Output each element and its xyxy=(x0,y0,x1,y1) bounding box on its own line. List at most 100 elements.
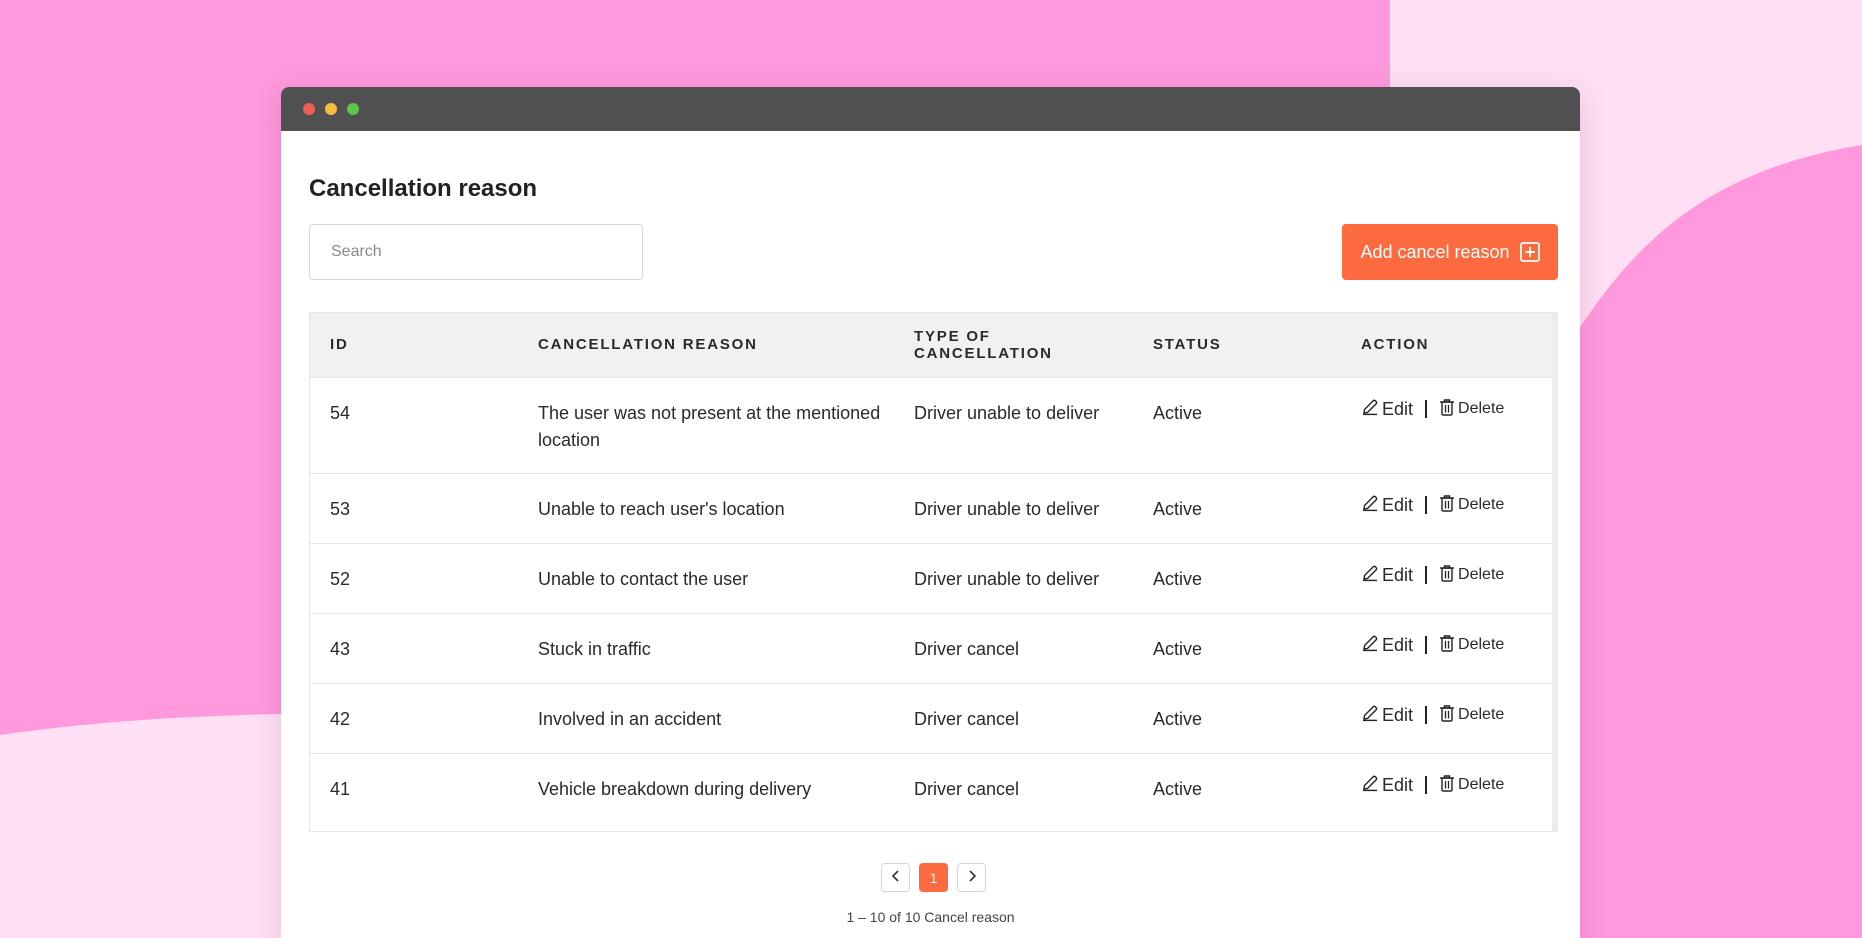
delete-label: Delete xyxy=(1458,566,1505,583)
minimize-window-dot[interactable] xyxy=(325,103,337,115)
row-actions: Edit Delete xyxy=(1361,774,1552,797)
action-separator xyxy=(1425,636,1428,654)
action-separator xyxy=(1425,776,1428,794)
cell-type-of-cancellation: Driver cancel xyxy=(894,612,1133,683)
edit-button[interactable]: Edit xyxy=(1361,774,1413,797)
cell-action: Edit Delete xyxy=(1341,682,1552,753)
cell-type-of-cancellation: Driver unable to deliver xyxy=(894,542,1133,613)
table-row: 41 Vehicle breakdown during delivery Drive… xyxy=(310,752,1552,823)
pencil-icon xyxy=(1361,398,1379,421)
cell-action: Edit Delete xyxy=(1341,612,1552,683)
cell-status: Active xyxy=(1133,752,1341,823)
cell-type-of-cancellation: Driver unable to deliver xyxy=(894,472,1133,543)
next-page-button[interactable] xyxy=(957,863,986,892)
delete-button[interactable]: Delete xyxy=(1439,704,1504,727)
add-cancel-reason-label: Add cancel reason xyxy=(1360,241,1510,262)
cell-cancellation-reason: Vehicle breakdown during delivery xyxy=(518,752,894,823)
chevron-right-icon xyxy=(967,869,977,886)
cell-status: Active xyxy=(1133,472,1341,543)
cell-id: 52 xyxy=(310,542,518,613)
table-row: 54 The user was not present at the mentio… xyxy=(310,376,1552,473)
cell-id: 43 xyxy=(310,612,518,683)
header-action: ACTION xyxy=(1361,336,1430,354)
delete-button[interactable]: Delete xyxy=(1439,398,1504,421)
prev-page-button[interactable] xyxy=(881,863,910,892)
edit-label: Edit xyxy=(1382,704,1414,725)
pencil-icon xyxy=(1361,774,1379,797)
app-window: Cancellation reason Add cancel reason ID… xyxy=(281,87,1580,938)
cell-type-of-cancellation: Driver unable to deliver xyxy=(894,376,1133,473)
page-1-button[interactable]: 1 xyxy=(919,863,948,892)
cell-id: 53 xyxy=(310,472,518,543)
pencil-icon xyxy=(1361,494,1379,517)
cell-cancellation-reason: Involved in an accident xyxy=(518,682,894,753)
row-actions: Edit Delete xyxy=(1361,634,1552,657)
cell-id: 42 xyxy=(310,682,518,753)
cell-id: 54 xyxy=(310,376,518,473)
action-separator xyxy=(1425,706,1428,724)
add-cancel-reason-button[interactable]: Add cancel reason xyxy=(1342,224,1558,280)
edit-button[interactable]: Edit xyxy=(1361,564,1413,587)
trash-icon xyxy=(1439,398,1455,421)
delete-label: Delete xyxy=(1458,706,1505,723)
cell-cancellation-reason: The user was not present at the mentione… xyxy=(518,376,894,473)
row-actions: Edit Delete xyxy=(1361,494,1552,517)
cell-type-of-cancellation: Driver cancel xyxy=(894,752,1133,823)
edit-label: Edit xyxy=(1382,774,1414,795)
cancellation-table: ID CANCELLATION REASON TYPE OF CANCELLAT… xyxy=(310,313,1552,823)
action-separator xyxy=(1425,566,1428,584)
close-window-dot[interactable] xyxy=(303,103,315,115)
cell-cancellation-reason: Unable to contact the user xyxy=(518,542,894,613)
trash-icon xyxy=(1439,634,1455,657)
delete-button[interactable]: Delete xyxy=(1439,634,1504,657)
delete-label: Delete xyxy=(1458,496,1505,513)
delete-button[interactable]: Delete xyxy=(1439,774,1504,797)
trash-icon xyxy=(1439,564,1455,587)
trash-icon xyxy=(1439,494,1455,517)
cell-status: Active xyxy=(1133,376,1341,473)
cancellation-table-container[interactable]: ID CANCELLATION REASON TYPE OF CANCELLAT… xyxy=(309,312,1558,832)
row-actions: Edit Delete xyxy=(1361,704,1552,727)
chevron-left-icon xyxy=(891,869,901,886)
header-status: STATUS xyxy=(1153,336,1222,354)
action-separator xyxy=(1425,400,1428,418)
edit-label: Edit xyxy=(1382,634,1414,655)
cell-action: Edit Delete xyxy=(1341,376,1552,473)
window-titlebar xyxy=(281,87,1580,131)
cell-status: Active xyxy=(1133,682,1341,753)
cell-type-of-cancellation: Driver cancel xyxy=(894,682,1133,753)
cell-action: Edit Delete xyxy=(1341,472,1552,543)
table-header-row: ID CANCELLATION REASON TYPE OF CANCELLAT… xyxy=(310,313,1552,377)
delete-label: Delete xyxy=(1458,400,1505,417)
maximize-window-dot[interactable] xyxy=(347,103,359,115)
table-row: 53 Unable to reach user's location Driver … xyxy=(310,472,1552,543)
edit-button[interactable]: Edit xyxy=(1361,704,1413,727)
cell-id: 41 xyxy=(310,752,518,823)
delete-button[interactable]: Delete xyxy=(1439,564,1504,587)
edit-button[interactable]: Edit xyxy=(1361,634,1413,657)
edit-button[interactable]: Edit xyxy=(1361,398,1413,421)
cell-cancellation-reason: Stuck in traffic xyxy=(518,612,894,683)
table-row: 42 Involved in an accident Driver cancel Ac… xyxy=(310,682,1552,753)
pagination: 1 xyxy=(881,863,986,892)
header-type-of-cancellation: TYPE OF CANCELLATION xyxy=(914,327,1053,362)
edit-label: Edit xyxy=(1382,564,1414,585)
table-row: 43 Stuck in traffic Driver cancel Active Edi… xyxy=(310,612,1552,683)
cell-status: Active xyxy=(1133,612,1341,683)
edit-button[interactable]: Edit xyxy=(1361,494,1413,517)
pagination-info: 1 – 10 of 10 Cancel reason xyxy=(846,909,1015,925)
trash-icon xyxy=(1439,704,1455,727)
cell-status: Active xyxy=(1133,542,1341,613)
delete-button[interactable]: Delete xyxy=(1439,494,1504,517)
edit-label: Edit xyxy=(1382,494,1414,515)
page-title: Cancellation reason xyxy=(309,175,538,202)
row-actions: Edit Delete xyxy=(1361,398,1552,421)
search-input[interactable] xyxy=(309,224,643,280)
row-actions: Edit Delete xyxy=(1361,564,1552,587)
header-id: ID xyxy=(330,336,349,354)
edit-label: Edit xyxy=(1382,398,1414,419)
cell-action: Edit Delete xyxy=(1341,752,1552,823)
delete-label: Delete xyxy=(1458,776,1505,793)
trash-icon xyxy=(1439,774,1455,797)
action-separator xyxy=(1425,496,1428,514)
